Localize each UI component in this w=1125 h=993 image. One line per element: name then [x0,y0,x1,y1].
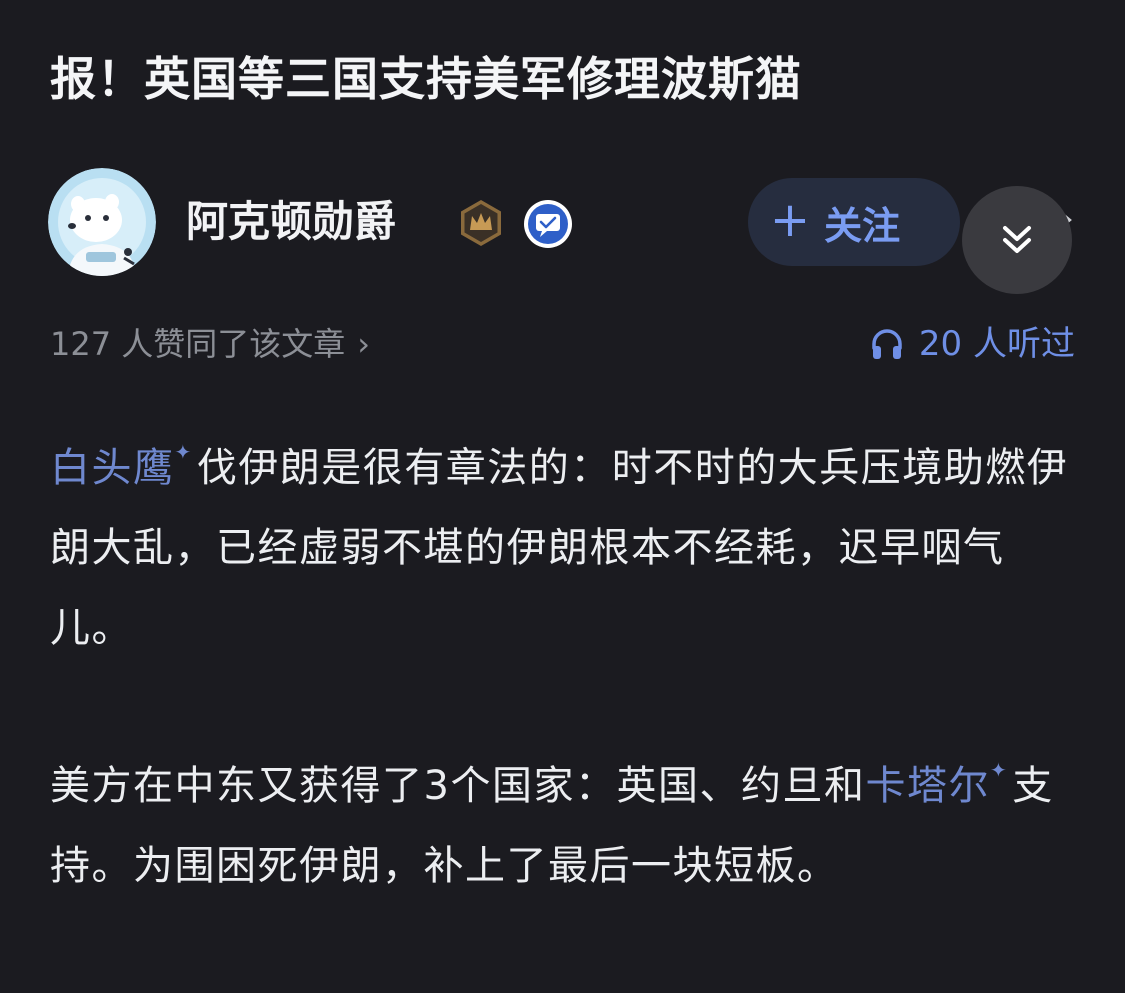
crown-badge-icon [456,198,506,248]
likes-text: 127 人赞同了该文章 [50,325,346,363]
paragraph-1: 白头鹰✦ 伐伊朗是很有章法的：时不时的大兵压境助燃伊朗大乱，已经虚弱不堪的伊朗根本… [50,412,1080,668]
follow-label: 关注 [824,203,901,248]
paragraph-2-text-start: 美方在中东又获得了3个国家：英国、约旦和 [50,763,866,809]
topic-link-white-eagle[interactable]: 白头鹰 [50,445,175,491]
double-chevron-down-icon [1003,226,1031,253]
sparkle-icon: ✦ [174,440,193,464]
listens-text: 20 人听过 [918,324,1075,364]
article-title: 报！英国等三国支持美军修理波斯猫 [50,52,802,106]
plus-icon: + [769,192,811,248]
verified-badge-icon [522,198,574,250]
paragraph-2: 美方在中东又获得了3个国家：英国、约旦和卡塔尔✦ 支持。为围困死伊朗，补上了最后一… [50,730,1080,906]
headphones-icon [872,329,902,359]
collapse-button[interactable] [962,186,1072,294]
chevron-right-icon: › [357,325,371,363]
likes-link[interactable]: 127 人赞同了该文章 › [50,320,370,368]
listens-count[interactable]: 20 人听过 [869,320,1075,368]
paragraph-1-text: 伐伊朗是很有章法的：时不时的大兵压境助燃伊朗大乱，已经虚弱不堪的伊朗根本不经耗，… [50,445,1069,651]
sparkle-icon: ✦ [989,758,1009,782]
follow-button[interactable]: + 关注 [748,178,960,266]
topic-link-qatar[interactable]: 卡塔尔 [865,763,990,809]
author-avatar[interactable] [48,168,156,276]
author-name[interactable]: 阿克顿勋爵 [186,192,396,252]
